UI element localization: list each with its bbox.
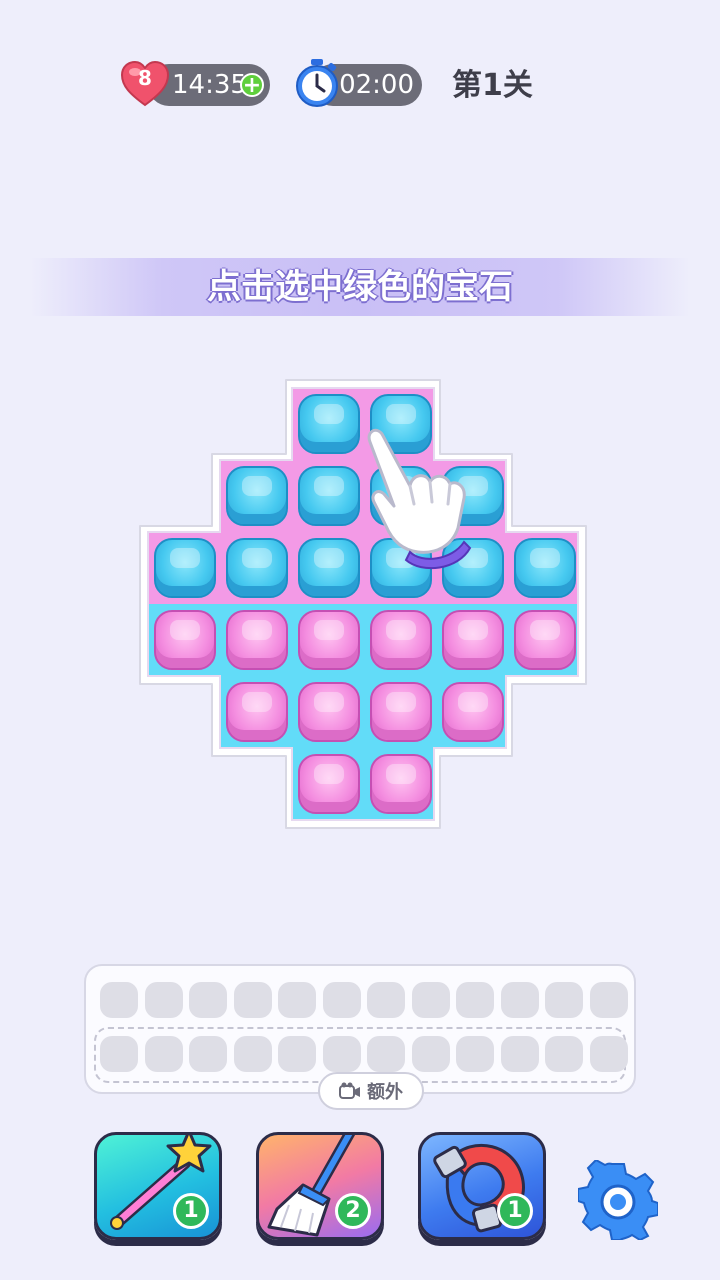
- pink-gem[interactable]: [370, 610, 432, 670]
- tray-slot: [589, 982, 628, 1018]
- pink-gem[interactable]: [442, 682, 504, 742]
- add-lives-icon[interactable]: +: [240, 73, 264, 97]
- tray-slot: [589, 1036, 628, 1072]
- tray-slot: [233, 982, 272, 1018]
- magnet-button[interactable]: 1: [418, 1132, 546, 1240]
- instruction-banner: 点击选中绿色的宝石: [30, 258, 690, 316]
- instruction-text: 点击选中绿色的宝石: [207, 267, 513, 307]
- magic-wand-count: 1: [173, 1193, 209, 1229]
- blue-gem[interactable]: [298, 466, 360, 526]
- pink-gem[interactable]: [370, 754, 432, 814]
- gem-board: [0, 0, 720, 900]
- magnet-count: 1: [497, 1193, 533, 1229]
- blue-gem[interactable]: [370, 538, 432, 598]
- pink-gem[interactable]: [514, 610, 576, 670]
- magic-wand-button[interactable]: 1: [94, 1132, 222, 1240]
- settings-gear-icon[interactable]: [578, 1160, 658, 1240]
- magic-wand-icon: [110, 1135, 212, 1230]
- video-ad-icon: [339, 1082, 360, 1099]
- blue-gem[interactable]: [298, 538, 360, 598]
- tray-slot: [411, 1036, 450, 1072]
- tray-slot: [278, 982, 316, 1018]
- tray-slot: [545, 982, 583, 1018]
- tray-slot: [322, 1036, 361, 1072]
- extra-slots-button[interactable]: 额外: [318, 1072, 424, 1110]
- blue-gem[interactable]: [226, 538, 288, 598]
- pink-gem[interactable]: [298, 610, 360, 670]
- tray-slot: [545, 1036, 583, 1072]
- extra-slots-label: 额外: [367, 1082, 403, 1103]
- pink-gem[interactable]: [370, 682, 432, 742]
- tray-slot: [189, 982, 227, 1018]
- blue-gem[interactable]: [154, 538, 216, 598]
- pink-gem[interactable]: [154, 610, 216, 670]
- lives-timer-text: 14:35: [172, 70, 247, 100]
- tray-slot: [100, 1036, 138, 1072]
- lives-count: 8: [138, 66, 152, 90]
- stopwatch-icon: [296, 59, 338, 107]
- pink-gem[interactable]: [298, 754, 360, 814]
- pink-gem[interactable]: [298, 682, 360, 742]
- level-timer-text: 02:00: [339, 70, 414, 100]
- pink-gem[interactable]: [226, 610, 288, 670]
- broom-icon: [267, 1135, 356, 1237]
- blue-gem[interactable]: [514, 538, 576, 598]
- tray-slot: [411, 982, 450, 1018]
- tray-slot: [367, 982, 405, 1018]
- blue-gem[interactable]: [370, 394, 432, 454]
- blue-gem[interactable]: [370, 466, 432, 526]
- blue-gem[interactable]: [298, 394, 360, 454]
- tray-slot: [144, 1036, 183, 1072]
- tray-slot: [278, 1036, 316, 1072]
- blue-gem[interactable]: [442, 466, 504, 526]
- tray-slot: [500, 1036, 539, 1072]
- level-label: 第1关: [452, 68, 533, 103]
- board-frame: [139, 379, 587, 829]
- pink-gem[interactable]: [442, 610, 504, 670]
- blue-gem[interactable]: [226, 466, 288, 526]
- blue-gem[interactable]: [442, 538, 504, 598]
- tray-slot: [367, 1036, 405, 1072]
- broom-button[interactable]: 2: [256, 1132, 384, 1240]
- tray-slot: [189, 1036, 227, 1072]
- tray-slot: [100, 982, 138, 1018]
- tray-slot: [144, 982, 183, 1018]
- tray-slot: [233, 1036, 272, 1072]
- pink-gem[interactable]: [226, 682, 288, 742]
- magnet-icon: [433, 1143, 525, 1233]
- tray-slot: [322, 982, 361, 1018]
- tray-slot: [500, 982, 539, 1018]
- tray-slot: [456, 1036, 494, 1072]
- tray-slot: [456, 982, 494, 1018]
- broom-count: 2: [335, 1193, 371, 1229]
